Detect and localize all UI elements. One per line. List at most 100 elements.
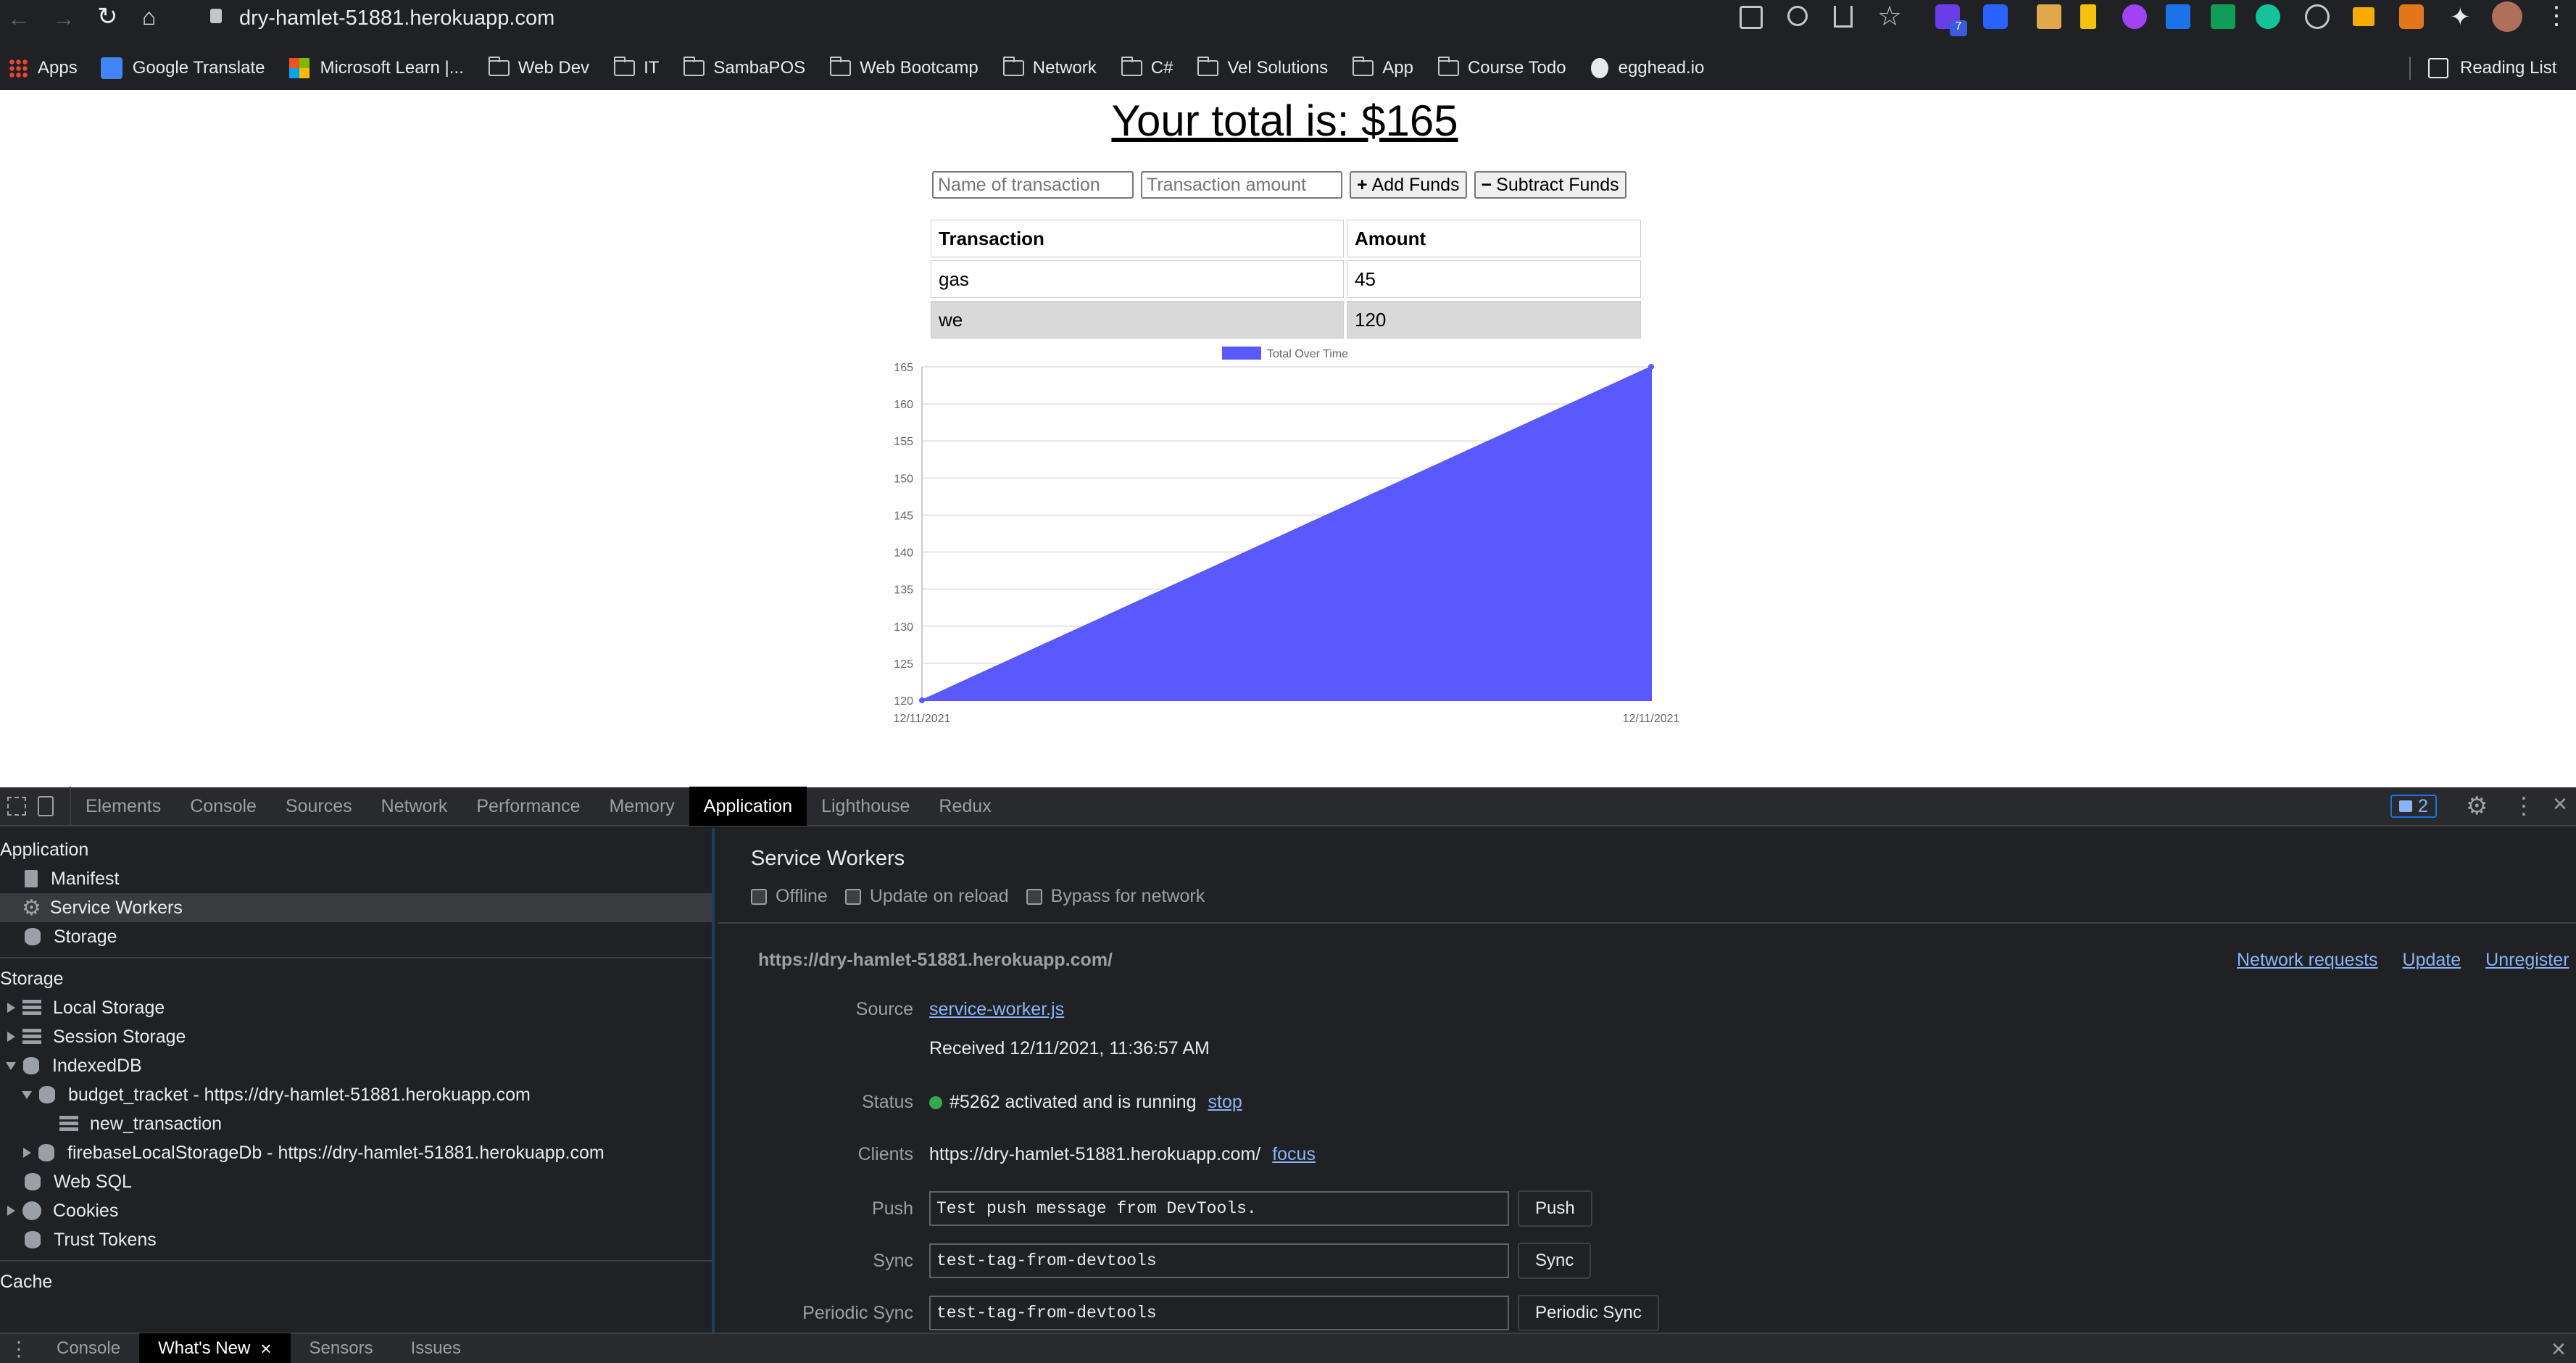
issues-badge[interactable]: 2 (2390, 795, 2437, 818)
extension-icon[interactable] (2122, 4, 2147, 29)
sidebar-item-firebase-db[interactable]: firebaseLocalStorageDb - https://dry-ham… (0, 1138, 712, 1167)
reading-list[interactable]: Reading List (2428, 48, 2556, 88)
react-icon[interactable] (2305, 4, 2330, 29)
bookmark-egghead[interactable]: egghead.io (1590, 48, 1704, 88)
inspect-element-icon[interactable] (0, 787, 33, 826)
add-funds-button[interactable]: + Add Funds (1350, 171, 1467, 199)
bookmark-web-bootcamp[interactable]: Web Bootcamp (830, 48, 979, 88)
tab-memory[interactable]: Memory (594, 787, 689, 826)
bookmark-it[interactable]: IT (614, 48, 659, 88)
expand-arrow-icon[interactable] (7, 1032, 15, 1042)
devtools-menu-icon[interactable]: ⋮ (2512, 792, 2535, 819)
zoom-icon[interactable] (1787, 6, 1808, 26)
unregister-link[interactable]: Unregister (2485, 950, 2569, 971)
address-bar[interactable]: dry-hamlet-51881.herokuapp.com (239, 0, 1979, 36)
sidebar-item-indexeddb[interactable]: IndexedDB (0, 1051, 712, 1080)
avatar[interactable] (2492, 1, 2522, 32)
bookmark-apps[interactable]: Apps (9, 48, 78, 88)
expand-arrow-icon[interactable] (7, 1003, 15, 1013)
drawer-tab-sensors[interactable]: Sensors (291, 1333, 392, 1363)
back-icon[interactable]: ← (7, 7, 30, 30)
database-icon (23, 1057, 39, 1074)
update-link[interactable]: Update (2403, 950, 2461, 971)
close-tab-icon[interactable]: × (260, 1338, 271, 1360)
expand-arrow-icon[interactable] (23, 1148, 31, 1158)
close-drawer-icon[interactable]: × (2551, 1335, 2566, 1363)
extension-icon[interactable] (2080, 4, 2096, 29)
bookmarks-bar: Apps Google Translate Microsoft Learn |.… (0, 48, 2576, 88)
focus-link[interactable]: focus (1272, 1144, 1316, 1165)
bookmark-app[interactable]: App (1353, 48, 1413, 88)
sidebar-item-web-sql[interactable]: Web SQL (0, 1167, 712, 1196)
drawer-tab-whats-new[interactable]: What's New × (139, 1333, 291, 1363)
service-worker-link[interactable]: service-worker.js (929, 999, 1064, 1020)
extension-icon[interactable] (2166, 4, 2190, 29)
sidebar-item-service-workers[interactable]: ⚙ Service Workers (0, 893, 712, 922)
bookmark-csharp[interactable]: C# (1121, 48, 1173, 88)
lock-icon[interactable] (210, 9, 222, 23)
sidebar-item-session-storage[interactable]: Session Storage (0, 1022, 712, 1051)
periodic-sync-button[interactable]: Periodic Sync (1518, 1295, 1659, 1331)
bookmark-vel-solutions[interactable]: Vel Solutions (1197, 48, 1328, 88)
forward-icon[interactable]: → (52, 7, 75, 30)
tab-sources[interactable]: Sources (271, 787, 367, 826)
push-button[interactable]: Push (1518, 1190, 1592, 1227)
sidebar-item-cookies[interactable]: Cookies (0, 1196, 712, 1225)
collapse-arrow-icon[interactable] (22, 1090, 32, 1099)
bookmark-google-translate[interactable]: Google Translate (100, 48, 265, 88)
extension-icon[interactable] (2211, 4, 2235, 29)
sidebar-item-local-storage[interactable]: Local Storage (0, 993, 712, 1022)
install-icon[interactable] (1740, 6, 1763, 29)
sidebar-item-storage[interactable]: Storage (0, 922, 712, 951)
bookmark-network[interactable]: Network (1002, 48, 1097, 88)
share-icon[interactable] (1834, 6, 1853, 28)
settings-gear-icon[interactable]: ⚙ (2466, 792, 2488, 821)
collapse-arrow-icon[interactable] (6, 1061, 16, 1070)
bookmark-course-todo[interactable]: Course Todo (1437, 48, 1566, 88)
push-input[interactable]: Test push message from DevTools. (929, 1191, 1509, 1226)
y-tick-label: 130 (894, 621, 913, 634)
update-on-reload-checkbox[interactable]: Update on reload (844, 886, 1009, 907)
tab-application[interactable]: Application (689, 787, 807, 826)
periodic-sync-input[interactable]: test-tag-from-devtools (929, 1296, 1509, 1330)
transaction-amount-input[interactable]: Transaction amount (1141, 171, 1342, 199)
tab-lighthouse[interactable]: Lighthouse (807, 787, 924, 826)
drawer-tab-console[interactable]: Console (38, 1333, 139, 1363)
sidebar-item-new-transaction[interactable]: new_transaction (0, 1109, 712, 1138)
tab-elements[interactable]: Elements (71, 787, 175, 826)
database-icon (25, 1173, 41, 1190)
grammarly-icon[interactable] (2256, 4, 2280, 29)
bookmark-web-dev[interactable]: Web Dev (488, 48, 589, 88)
sidebar-item-manifest[interactable]: Manifest (0, 864, 712, 893)
tab-performance[interactable]: Performance (462, 787, 594, 826)
expand-arrow-icon[interactable] (7, 1206, 15, 1216)
device-toolbar-icon[interactable] (33, 787, 71, 826)
bypass-for-network-checkbox[interactable]: Bypass for network (1026, 886, 1205, 907)
extensions-puzzle-icon[interactable]: ✦ (2450, 3, 2471, 32)
stop-link[interactable]: stop (1208, 1092, 1242, 1113)
home-icon[interactable]: ⌂ (142, 4, 167, 29)
network-requests-link[interactable]: Network requests (2237, 950, 2378, 971)
sidebar-item-trust-tokens[interactable]: Trust Tokens (0, 1225, 712, 1254)
close-devtools-icon[interactable]: × (2553, 790, 2567, 819)
bookmark-microsoft-learn[interactable]: Microsoft Learn |... (289, 48, 464, 88)
tab-redux[interactable]: Redux (924, 787, 1005, 826)
drawer-tab-issues[interactable]: Issues (392, 1333, 480, 1363)
sync-input[interactable]: test-tag-from-devtools (929, 1243, 1509, 1278)
extension-icon[interactable] (2037, 4, 2061, 29)
star-icon[interactable]: ☆ (1877, 0, 1902, 33)
transaction-name-input[interactable]: Name of transaction (932, 171, 1134, 199)
tab-network[interactable]: Network (367, 787, 462, 826)
reload-icon[interactable]: ↻ (97, 4, 122, 29)
offline-checkbox[interactable]: Offline (751, 886, 828, 907)
metamask-icon[interactable] (2399, 4, 2424, 29)
bookmark-sambapos[interactable]: SambaPOS (684, 48, 805, 88)
drawer-menu-icon[interactable]: ⋮ (0, 1333, 38, 1363)
sync-button[interactable]: Sync (1518, 1243, 1592, 1279)
subtract-funds-button[interactable]: − Subtract Funds (1474, 171, 1626, 199)
tab-console[interactable]: Console (175, 787, 271, 826)
kebab-menu-icon[interactable]: ⋮ (2544, 1, 2569, 30)
sidebar-item-budget-db[interactable]: budget_tracket - https://dry-hamlet-5188… (0, 1080, 712, 1109)
extension-icon[interactable] (2353, 7, 2375, 26)
extension-icon[interactable] (1983, 4, 2008, 29)
